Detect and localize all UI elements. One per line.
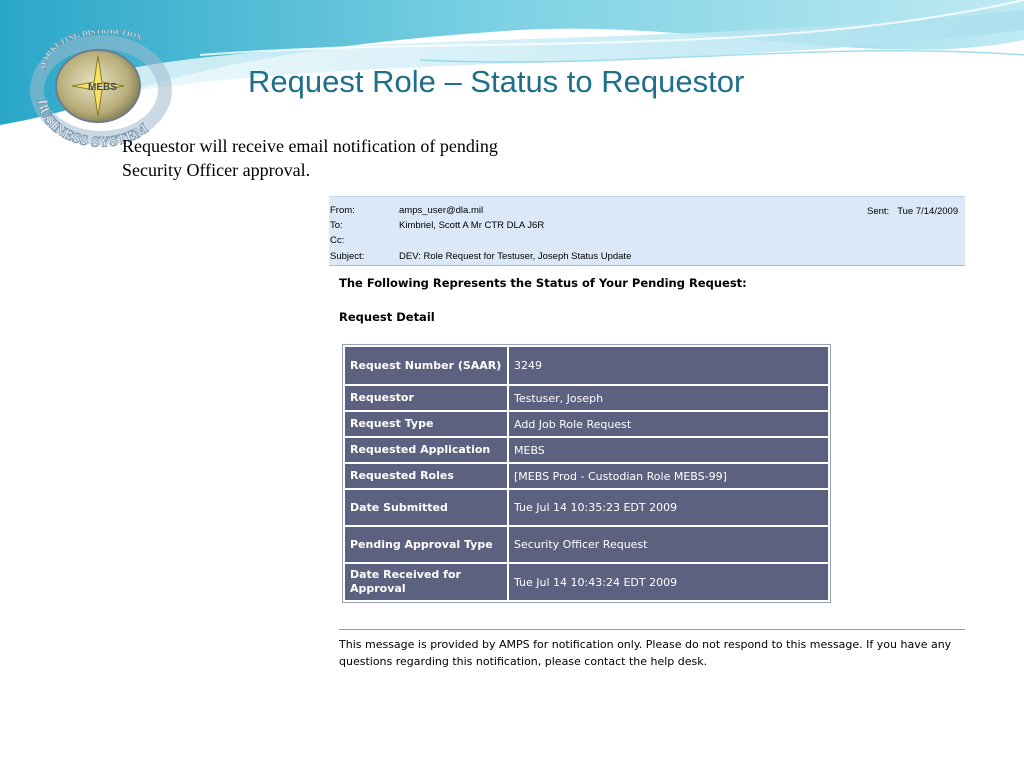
detail-label: Request Type xyxy=(345,412,507,436)
detail-label: Request Number (SAAR) xyxy=(345,347,507,384)
slide-title: Request Role – Status to Requestor xyxy=(248,64,745,99)
detail-label: Requested Application xyxy=(345,438,507,462)
table-row: Request Type Add Job Role Request xyxy=(345,412,828,436)
header-sent: Sent: Tue 7/14/2009 xyxy=(867,205,966,219)
table-row: Requested Application MEBS xyxy=(345,438,828,462)
detail-value: 3249 xyxy=(509,347,828,384)
detail-label: Pending Approval Type xyxy=(345,527,507,562)
intro-text: Requestor will receive email notificatio… xyxy=(122,136,498,180)
detail-label: Date Received for Approval xyxy=(345,564,507,600)
detail-value: MEBS xyxy=(509,438,828,462)
detail-value: Testuser, Joseph xyxy=(509,386,828,410)
detail-value: Add Job Role Request xyxy=(509,412,828,436)
header-label: Subject: xyxy=(330,251,365,262)
header-value: amps_user@dla.mil xyxy=(399,205,484,216)
request-detail-title: Request Detail xyxy=(339,310,435,324)
detail-label: Requestor xyxy=(345,386,507,410)
mebs-logo: MEBS BUSINESS SYSTEM MARKETING DISTRIBUT… xyxy=(30,30,172,150)
sent-label: Sent: xyxy=(867,206,890,217)
footer-divider xyxy=(339,629,965,630)
detail-label: Requested Roles xyxy=(345,464,507,488)
table-row: Requestor Testuser, Joseph xyxy=(345,386,828,410)
request-detail-table: Request Number (SAAR) 3249 Requestor Tes… xyxy=(342,344,831,603)
detail-value: [MEBS Prod - Custodian Role MEBS-99] xyxy=(509,464,828,488)
table-row: Date Submitted Tue Jul 14 10:35:23 EDT 2… xyxy=(345,490,828,525)
header-label: To: xyxy=(330,220,343,231)
detail-label: Date Submitted xyxy=(345,490,507,525)
email-header: From: amps_user@dla.mil To: Kimbriel, Sc… xyxy=(329,196,965,266)
header-label: Cc: xyxy=(330,235,345,246)
header-label: From: xyxy=(330,205,355,216)
detail-value: Tue Jul 14 10:35:23 EDT 2009 xyxy=(509,490,828,525)
header-value: Kimbriel, Scott A Mr CTR DLA J6R xyxy=(399,220,545,231)
svg-text:MEBS: MEBS xyxy=(88,82,117,93)
email-message: From: amps_user@dla.mil To: Kimbriel, Sc… xyxy=(329,196,965,680)
header-value: DEV: Role Request for Testuser, Joseph S… xyxy=(399,251,632,262)
footer-notice: This message is provided by AMPS for not… xyxy=(339,638,952,668)
detail-value: Security Officer Request xyxy=(509,527,828,562)
table-row: Date Received for Approval Tue Jul 14 10… xyxy=(345,564,828,600)
sent-value: Tue 7/14/2009 xyxy=(897,206,959,217)
table-row: Requested Roles [MEBS Prod - Custodian R… xyxy=(345,464,828,488)
body-heading: The Following Represents the Status of Y… xyxy=(339,276,747,290)
detail-value: Tue Jul 14 10:43:24 EDT 2009 xyxy=(509,564,828,600)
table-row: Pending Approval Type Security Officer R… xyxy=(345,527,828,562)
table-row: Request Number (SAAR) 3249 xyxy=(345,347,828,384)
